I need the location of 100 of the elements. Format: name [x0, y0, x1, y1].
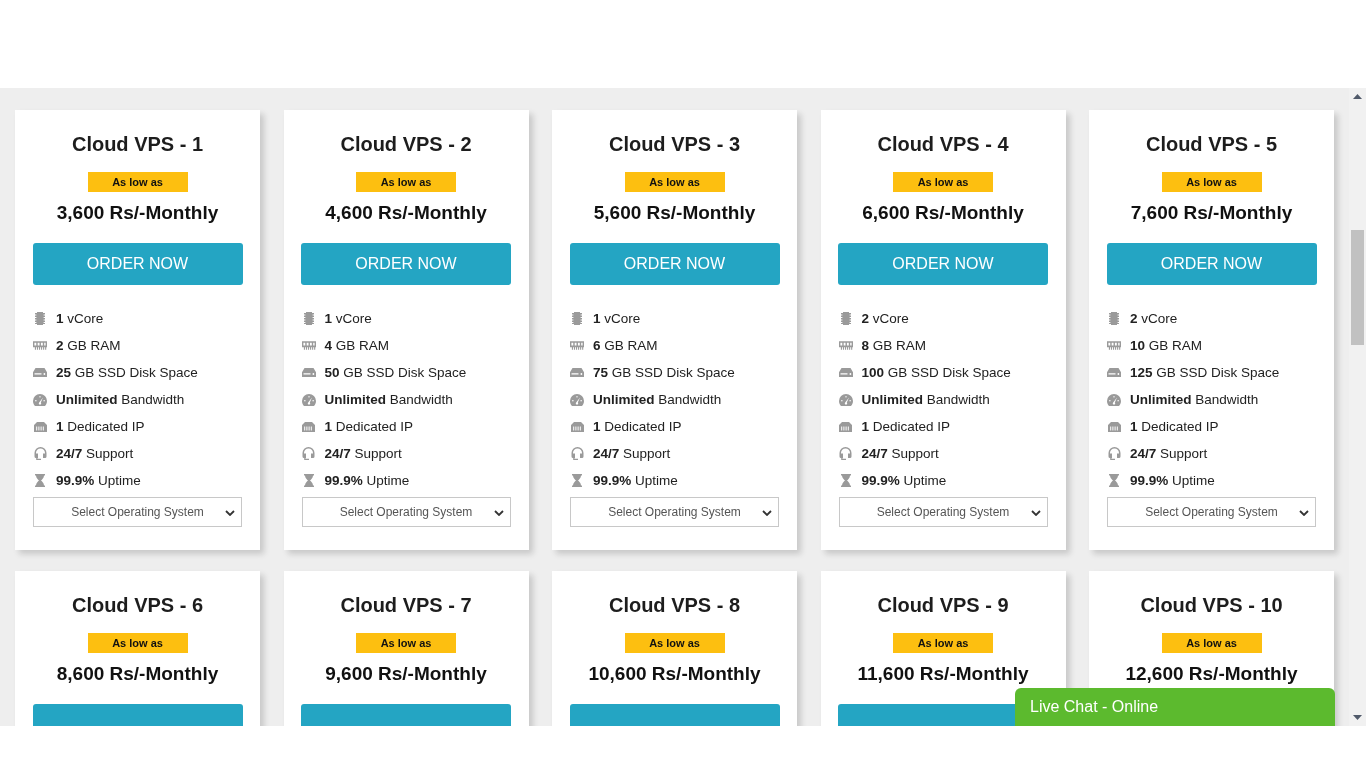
- feature-text: 10 GB RAM: [1130, 338, 1203, 353]
- price-badge: As low as: [87, 172, 188, 192]
- os-select[interactable]: Select Operating System: [838, 497, 1048, 527]
- feature-text: 1 Dedicated IP: [593, 419, 682, 434]
- feature-text: 2 vCore: [861, 311, 909, 326]
- plan-title: Cloud VPS - 1: [71, 132, 204, 156]
- order-now-button[interactable]: ORDER NOW: [301, 243, 511, 285]
- chip-icon: [572, 312, 582, 325]
- chip-icon: [840, 312, 851, 325]
- feature-text: 99.9% Uptime: [1130, 473, 1215, 488]
- plan-title: Cloud VPS - 4: [877, 132, 1009, 156]
- feature-text: 99.9% Uptime: [861, 473, 947, 488]
- feature-text: 99.9% Uptime: [324, 473, 410, 488]
- feature-text: 1 vCore: [56, 311, 104, 326]
- feature-text: 25 GB SSD Disk Space: [56, 365, 198, 380]
- gauge-icon: [1107, 393, 1121, 406]
- chevron-down-icon: [1299, 510, 1309, 516]
- feature-text: 75 GB SSD Disk Space: [593, 365, 735, 380]
- hourglass-icon: [1109, 474, 1119, 487]
- feature-text: 2 vCore: [1130, 311, 1178, 326]
- feature-text: 8 GB RAM: [861, 338, 927, 353]
- order-now-button[interactable]: ORDER NOW: [569, 243, 780, 285]
- ethernet-port-icon: [1107, 421, 1121, 432]
- feature-text: 24/7 Support: [324, 446, 402, 461]
- live-chat-dialog[interactable]: Live Chat - Online: [1015, 688, 1335, 726]
- plan-title: Cloud VPS - 5: [1145, 132, 1278, 156]
- price-badge: As low as: [356, 633, 456, 653]
- plan-title: Cloud VPS - 8: [608, 593, 741, 617]
- headset-icon: [33, 447, 47, 460]
- os-select[interactable]: Select Operating System: [33, 497, 242, 527]
- gauge-icon: [838, 393, 853, 406]
- headset-icon: [302, 447, 315, 460]
- drive-icon: [570, 368, 584, 377]
- scroll-up-icon[interactable]: [1353, 94, 1362, 99]
- os-select[interactable]: Select Operating System: [1107, 497, 1316, 527]
- feature-text: Unlimited Bandwidth: [1130, 392, 1259, 407]
- feature-text: 100 GB SSD Disk Space: [861, 365, 1011, 380]
- memory-module-icon: [838, 341, 853, 350]
- hourglass-icon: [35, 474, 45, 487]
- plan-title: Cloud VPS - 3: [608, 132, 741, 156]
- plan-price: 4,600 Rs/-Monthly: [325, 201, 487, 225]
- price-badge: As low as: [1161, 172, 1262, 192]
- plan-price: 12,600 Rs/-Monthly: [1125, 662, 1298, 686]
- chevron-down-icon: [493, 510, 504, 516]
- feature-text: 24/7 Support: [593, 446, 671, 461]
- plan-price: 5,600 Rs/-Monthly: [593, 201, 756, 225]
- plan-price: 10,600 Rs/-Monthly: [588, 662, 761, 686]
- ethernet-port-icon: [33, 421, 47, 432]
- feature-text: Unlimited Bandwidth: [593, 392, 722, 407]
- chevron-down-icon: [225, 510, 235, 516]
- chevron-down-icon: [762, 510, 772, 516]
- feature-text: 125 GB SSD Disk Space: [1130, 365, 1280, 380]
- plan-title: Cloud VPS - 7: [340, 593, 472, 617]
- os-select[interactable]: Select Operating System: [570, 497, 779, 527]
- scrollbar-thumb[interactable]: [1351, 230, 1364, 345]
- plan-title: Cloud VPS - 6: [71, 593, 204, 617]
- feature-text: 1 vCore: [593, 311, 641, 326]
- price-badge: As low as: [87, 633, 188, 653]
- hourglass-icon: [303, 474, 314, 487]
- feature-text: 99.9% Uptime: [593, 473, 678, 488]
- order-now-button[interactable]: ORDER NOW: [1106, 243, 1317, 285]
- price-badge: As low as: [624, 633, 725, 653]
- feature-text: 1 Dedicated IP: [56, 419, 145, 434]
- price-badge: As low as: [624, 172, 725, 192]
- memory-module-icon: [301, 341, 316, 350]
- ethernet-port-icon: [839, 421, 852, 432]
- order-now-button[interactable]: ORDER NOW: [838, 243, 1048, 285]
- drive-icon: [1107, 368, 1121, 377]
- gauge-icon: [301, 393, 316, 406]
- ethernet-port-icon: [570, 421, 584, 432]
- scroll-down-icon[interactable]: [1353, 715, 1362, 720]
- feature-text: 4 GB RAM: [324, 338, 390, 353]
- order-now-button[interactable]: ORDER NOW: [32, 243, 243, 285]
- plan-price: 8,600 Rs/-Monthly: [56, 662, 219, 686]
- feature-text: 50 GB SSD Disk Space: [324, 365, 467, 380]
- memory-module-icon: [33, 341, 47, 350]
- feature-text: 1 Dedicated IP: [1130, 419, 1219, 434]
- chip-icon: [1109, 312, 1119, 325]
- plan-price: 6,600 Rs/-Monthly: [862, 201, 1024, 225]
- drive-icon: [33, 368, 47, 377]
- plan-price: 11,600 Rs/-Monthly: [857, 662, 1029, 686]
- feature-text: 24/7 Support: [861, 446, 939, 461]
- hourglass-icon: [840, 474, 851, 487]
- feature-text: 6 GB RAM: [593, 338, 658, 353]
- plan-price: 7,600 Rs/-Monthly: [1130, 201, 1293, 225]
- hourglass-icon: [572, 474, 582, 487]
- feature-text: 1 Dedicated IP: [324, 419, 414, 434]
- feature-text: 99.9% Uptime: [56, 473, 141, 488]
- price-badge: As low as: [893, 633, 993, 653]
- plan-price: 9,600 Rs/-Monthly: [325, 662, 487, 686]
- price-badge: As low as: [356, 172, 456, 192]
- feature-text: 24/7 Support: [1130, 446, 1208, 461]
- gauge-icon: [570, 393, 584, 406]
- plan-title: Cloud VPS - 9: [877, 593, 1009, 617]
- drive-icon: [301, 368, 316, 377]
- headset-icon: [570, 447, 584, 460]
- feature-text: Unlimited Bandwidth: [324, 392, 453, 407]
- headset-icon: [839, 447, 852, 460]
- plan-title: Cloud VPS - 10: [1140, 593, 1283, 617]
- os-select[interactable]: Select Operating System: [301, 497, 511, 527]
